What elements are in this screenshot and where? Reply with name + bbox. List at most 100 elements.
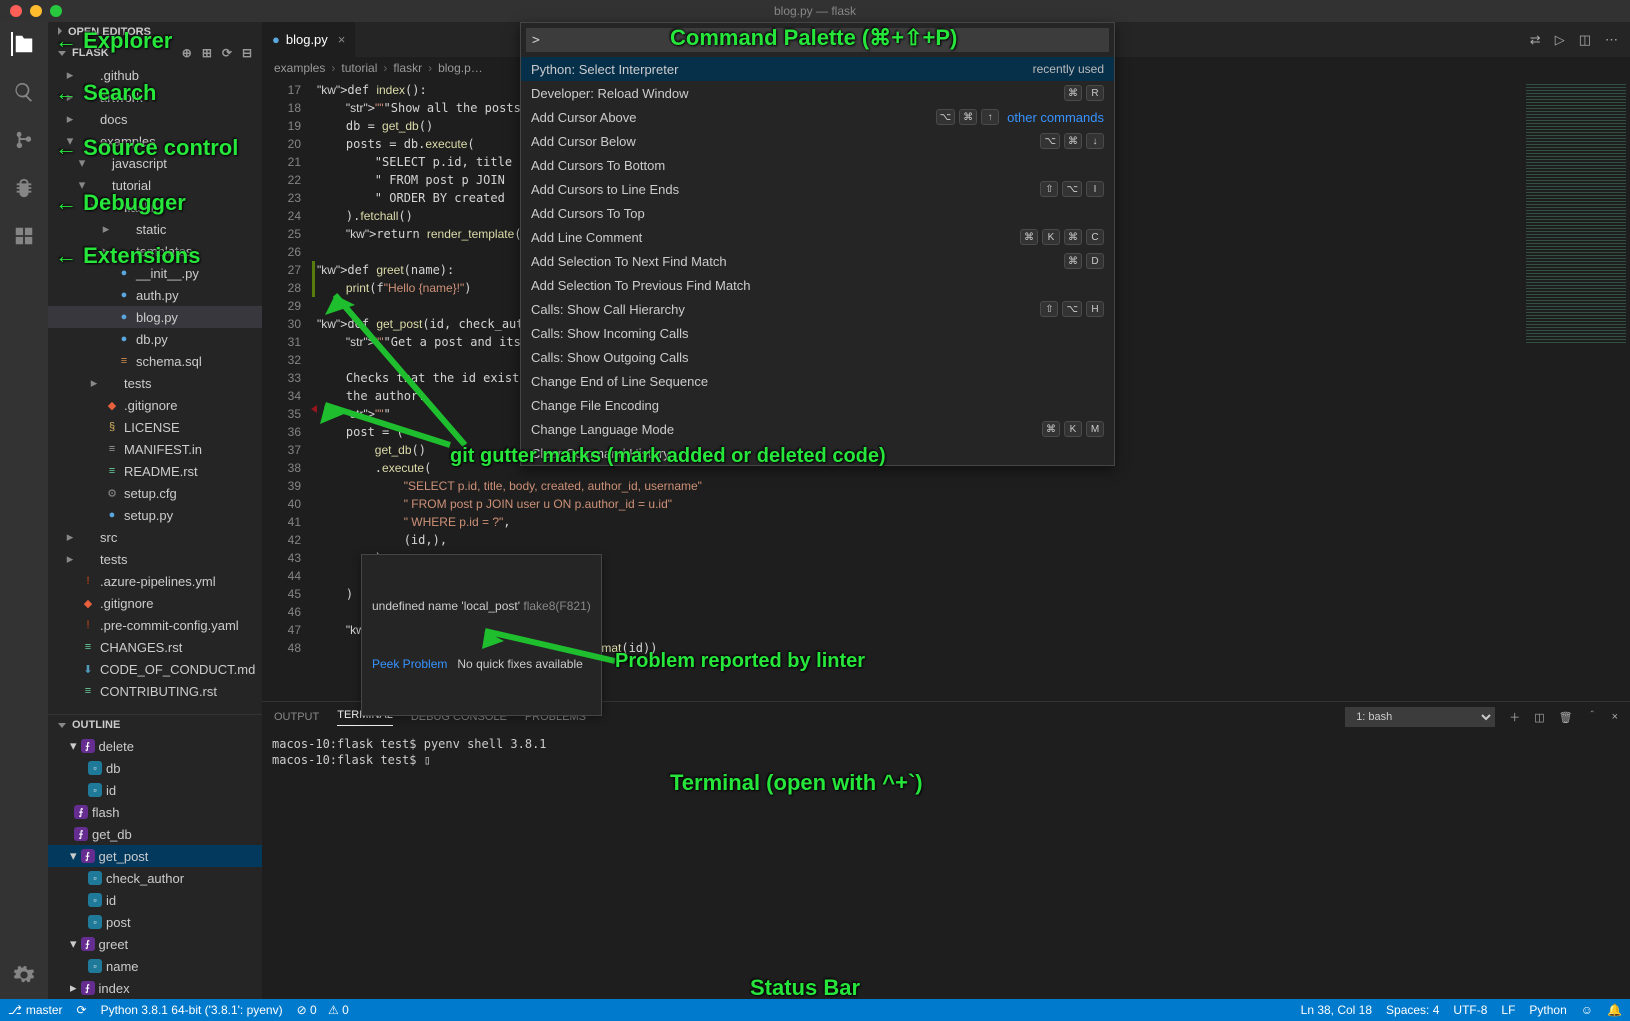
- outline-item[interactable]: ⨍flash: [48, 801, 262, 823]
- panel-up-icon[interactable]: ＾: [1587, 709, 1598, 725]
- peek-problem-link[interactable]: Peek Problem: [372, 657, 447, 671]
- status-lang[interactable]: Python: [1529, 1003, 1566, 1017]
- tree-item[interactable]: ≡MANIFEST.in: [48, 438, 262, 460]
- refresh-icon[interactable]: ⟳: [222, 46, 232, 60]
- tree-item[interactable]: ▾flaskr: [48, 196, 262, 218]
- debug-icon[interactable]: [12, 176, 36, 200]
- minimize-window-icon[interactable]: [30, 5, 42, 17]
- tree-item[interactable]: ◆.gitignore: [48, 592, 262, 614]
- tree-item[interactable]: ≡README.rst: [48, 460, 262, 482]
- extensions-icon[interactable]: [12, 224, 36, 248]
- palette-item[interactable]: Add Cursors To Top: [521, 201, 1114, 225]
- tree-item[interactable]: ▸tests: [48, 372, 262, 394]
- status-linecol[interactable]: Ln 38, Col 18: [1301, 1003, 1372, 1017]
- close-tab-icon[interactable]: ×: [338, 32, 346, 47]
- status-spaces[interactable]: Spaces: 4: [1386, 1003, 1439, 1017]
- terminal-select[interactable]: 1: bash: [1345, 707, 1495, 727]
- tree-item[interactable]: ▾examples: [48, 130, 262, 152]
- outline-item[interactable]: ▾⨍delete: [48, 735, 262, 757]
- outline-item[interactable]: ▾⨍greet: [48, 933, 262, 955]
- palette-item[interactable]: Change Language Mode⌘KM: [521, 417, 1114, 441]
- palette-item[interactable]: Add Selection To Next Find Match⌘D: [521, 249, 1114, 273]
- split-terminal-icon[interactable]: ◫: [1534, 711, 1544, 724]
- breadcrumb-item[interactable]: flaskr: [393, 61, 422, 75]
- palette-item[interactable]: Python: Select Interpreterrecently used: [521, 57, 1114, 81]
- close-window-icon[interactable]: [10, 5, 22, 17]
- status-notifications[interactable]: 🔔: [1607, 1003, 1622, 1017]
- minimap[interactable]: [1520, 79, 1630, 701]
- tree-item[interactable]: ⚙setup.cfg: [48, 482, 262, 504]
- tree-item[interactable]: ●blog.py: [48, 306, 262, 328]
- panel-tab[interactable]: OUTPUT: [274, 711, 319, 723]
- tree-item[interactable]: §LICENSE: [48, 416, 262, 438]
- outline-item[interactable]: ▫id: [48, 889, 262, 911]
- tree-item[interactable]: ●setup.py: [48, 504, 262, 526]
- tree-item[interactable]: ≡schema.sql: [48, 350, 262, 372]
- tab-blog-py[interactable]: ● blog.py ×: [262, 22, 355, 57]
- tree-item[interactable]: !.azure-pipelines.yml: [48, 570, 262, 592]
- collapse-icon[interactable]: ⊟: [242, 46, 252, 60]
- open-editors-header[interactable]: OPEN EDITORS: [48, 22, 262, 42]
- tree-item[interactable]: ●db.py: [48, 328, 262, 350]
- palette-item[interactable]: Calls: Show Call Hierarchy⇧⌥H: [521, 297, 1114, 321]
- compare-icon[interactable]: ⇄: [1530, 32, 1541, 48]
- palette-item[interactable]: Add Cursor Above⌥⌘↑other commands: [521, 105, 1114, 129]
- close-panel-icon[interactable]: ×: [1612, 711, 1618, 723]
- maximize-window-icon[interactable]: [50, 5, 62, 17]
- breadcrumb-item[interactable]: examples: [274, 61, 325, 75]
- tree-item[interactable]: ▸.github: [48, 64, 262, 86]
- outline-item[interactable]: ▫post: [48, 911, 262, 933]
- tree-item[interactable]: ⬇CODE_OF_CONDUCT.md: [48, 658, 262, 680]
- tree-item[interactable]: ●auth.py: [48, 284, 262, 306]
- status-eol[interactable]: LF: [1501, 1003, 1515, 1017]
- status-branch[interactable]: ⎇ master: [8, 1003, 63, 1017]
- outline-item[interactable]: ▫name: [48, 955, 262, 977]
- palette-item[interactable]: Developer: Reload Window⌘R: [521, 81, 1114, 105]
- kill-terminal-icon[interactable]: 🗑: [1559, 711, 1573, 724]
- status-encoding[interactable]: UTF-8: [1453, 1003, 1487, 1017]
- palette-item[interactable]: Calls: Show Outgoing Calls: [521, 345, 1114, 369]
- new-folder-icon[interactable]: ⊞: [202, 46, 212, 60]
- palette-item[interactable]: Change End of Line Sequence: [521, 369, 1114, 393]
- new-file-icon[interactable]: ⊕: [182, 46, 192, 60]
- tree-item[interactable]: ≡CONTRIBUTING.rst: [48, 680, 262, 702]
- palette-input[interactable]: >: [526, 28, 1109, 52]
- palette-item[interactable]: Add Cursors to Line Ends⇧⌥I: [521, 177, 1114, 201]
- outline-item[interactable]: ▸⨍index: [48, 977, 262, 999]
- outline-header[interactable]: OUTLINE: [48, 715, 262, 735]
- breadcrumb-item[interactable]: blog.p…: [438, 61, 483, 75]
- palette-item[interactable]: Clear Command History: [521, 441, 1114, 465]
- tree-item[interactable]: ≡CHANGES.rst: [48, 636, 262, 658]
- split-icon[interactable]: ◫: [1579, 32, 1591, 48]
- folder-root-header[interactable]: FLASK ⊕ ⊞ ⟳ ⊟: [48, 42, 262, 64]
- scm-icon[interactable]: [12, 128, 36, 152]
- tree-item[interactable]: ▾javascript: [48, 152, 262, 174]
- palette-item[interactable]: Add Cursors To Bottom: [521, 153, 1114, 177]
- terminal-body[interactable]: macos-10:flask test$ pyenv shell 3.8.1 m…: [262, 732, 1630, 999]
- tree-item[interactable]: ▸static: [48, 218, 262, 240]
- tree-item[interactable]: ◆.gitignore: [48, 394, 262, 416]
- tree-item[interactable]: ▸templates: [48, 240, 262, 262]
- status-problems[interactable]: ⊘ 0 ⚠ 0: [297, 1003, 349, 1017]
- palette-item[interactable]: Add Cursor Below⌥⌘↓: [521, 129, 1114, 153]
- tree-item[interactable]: ▾tutorial: [48, 174, 262, 196]
- tree-item[interactable]: ▸docs: [48, 108, 262, 130]
- breadcrumb-item[interactable]: tutorial: [341, 61, 377, 75]
- run-icon[interactable]: ▷: [1555, 32, 1565, 48]
- palette-item[interactable]: Add Line Comment⌘K⌘C: [521, 225, 1114, 249]
- tree-item[interactable]: ▸src: [48, 526, 262, 548]
- gear-icon[interactable]: [12, 963, 36, 987]
- status-python[interactable]: Python 3.8.1 64-bit ('3.8.1': pyenv): [101, 1003, 283, 1017]
- tree-item[interactable]: ▸tests: [48, 548, 262, 570]
- outline-item[interactable]: ▫id: [48, 779, 262, 801]
- outline-item[interactable]: ▫db: [48, 757, 262, 779]
- tree-item[interactable]: ●__init__.py: [48, 262, 262, 284]
- tree-item[interactable]: !.pre-commit-config.yaml: [48, 614, 262, 636]
- search-icon[interactable]: [12, 80, 36, 104]
- outline-item[interactable]: ▫check_author: [48, 867, 262, 889]
- outline-item[interactable]: ⨍get_db: [48, 823, 262, 845]
- more-icon[interactable]: ⋯: [1605, 32, 1618, 48]
- palette-item[interactable]: Calls: Show Incoming Calls: [521, 321, 1114, 345]
- explorer-icon[interactable]: [11, 32, 35, 56]
- tree-item[interactable]: ▸artwork: [48, 86, 262, 108]
